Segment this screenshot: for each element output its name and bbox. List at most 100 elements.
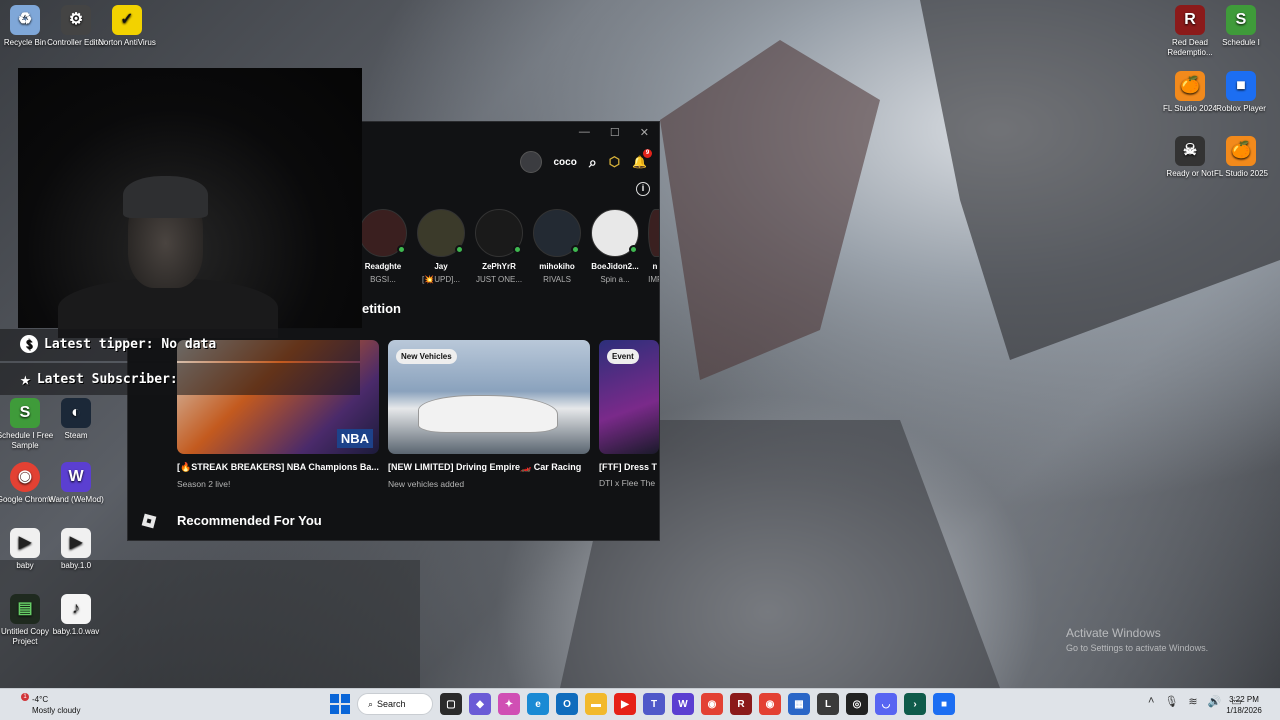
weather-condition: Mostly cloudy xyxy=(32,706,81,715)
desktop-icon-baby-wav[interactable]: ♪ baby.1.0.wav xyxy=(45,594,107,637)
roblox-top-nav: coco ⌕ ⬡ 🔔 9 xyxy=(519,149,652,174)
watermark-title: Activate Windows xyxy=(1066,626,1161,640)
audio-file-icon: ♪ xyxy=(61,594,91,624)
activate-windows-watermark: Activate Windows Go to Settings to activ… xyxy=(1066,626,1208,653)
discord-icon[interactable]: ◡ xyxy=(875,693,897,715)
game-card[interactable]: New Vehicles [NEW LIMITED] Driving Empir… xyxy=(388,340,590,489)
terminal-icon[interactable]: › xyxy=(904,693,926,715)
roblox-icon: ■ xyxy=(1226,71,1256,101)
maximize-icon[interactable]: ☐ xyxy=(610,126,620,139)
notifications-button[interactable]: 🔔 9 xyxy=(632,149,652,169)
desktop-icon-roblox-player[interactable]: ■ Roblox Player xyxy=(1210,71,1272,114)
video-file-icon: ▶ xyxy=(61,528,91,558)
online-indicator xyxy=(571,245,580,254)
game-subtitle: Season 2 live! xyxy=(177,479,231,489)
friend-avatar xyxy=(475,209,523,257)
task-view-icon[interactable]: ▢ xyxy=(440,693,462,715)
game-badge: New Vehicles xyxy=(396,349,457,364)
search-icon: ⌕ xyxy=(368,698,374,709)
ready-or-not-icon: ☠ xyxy=(1175,136,1205,166)
friend-item[interactable]: n IMF xyxy=(648,209,659,284)
friend-avatar xyxy=(417,209,465,257)
friend-avatar xyxy=(359,209,407,257)
friend-item[interactable]: BoeJidon2... Spin a... xyxy=(590,209,640,284)
friend-item[interactable]: Readghte BGSI... xyxy=(358,209,408,284)
desktop-icon-fl-2025[interactable]: 🍊 FL Studio 2025 xyxy=(1210,136,1272,179)
store-icon[interactable]: ▦ xyxy=(788,693,810,715)
online-indicator xyxy=(629,245,638,254)
copilot-app-icon[interactable]: ✦ xyxy=(498,693,520,715)
wand-icon: W xyxy=(61,462,91,492)
wand-icon[interactable]: W xyxy=(672,693,694,715)
online-indicator xyxy=(455,245,464,254)
friend-status: RIVALS xyxy=(543,275,571,284)
close-icon[interactable]: ✕ xyxy=(640,126,649,139)
latest-subscriber: ★ Latest Subscriber: xyxy=(20,369,178,390)
taskbar-search[interactable]: ⌕ Search xyxy=(357,693,433,715)
recommended-title: Recommended For You xyxy=(177,513,322,528)
desktop-icon-steam[interactable]: ◐ Steam xyxy=(45,398,107,441)
schedule-icon: S xyxy=(1226,5,1256,35)
roblox-logo-icon[interactable] xyxy=(141,513,157,529)
clock[interactable]: 3:22 PM 1/18/2026 xyxy=(1226,694,1262,716)
friend-item[interactable]: mihokiho RIVALS xyxy=(532,209,582,284)
username[interactable]: coco xyxy=(554,157,577,168)
chrome-icon: ◉ xyxy=(10,462,40,492)
chrome-icon[interactable]: ◉ xyxy=(701,693,723,715)
game-title: [NEW LIMITED] Driving Empire🏎️ Car Racin… xyxy=(388,462,582,472)
search-icon[interactable]: ⌕ xyxy=(589,154,597,171)
chrome-profile-icon[interactable]: ◉ xyxy=(759,693,781,715)
outlook-icon[interactable]: O xyxy=(556,693,578,715)
roblox-icon[interactable]: ■ xyxy=(933,693,955,715)
friend-name: Jay xyxy=(434,262,448,271)
steam-icon: ◐ xyxy=(61,398,91,428)
youtube-icon[interactable]: ▶ xyxy=(614,693,636,715)
friend-status: Spin a... xyxy=(600,275,630,284)
friend-avatar xyxy=(533,209,581,257)
star-icon: ★ xyxy=(20,369,31,390)
friend-avatar xyxy=(648,209,659,257)
friend-status: BGSI... xyxy=(370,275,396,284)
desktop-icon-schedule[interactable]: S Schedule I xyxy=(1210,5,1272,48)
watermark-subtitle: Go to Settings to activate Windows. xyxy=(1066,643,1209,653)
edge-icon[interactable]: e xyxy=(527,693,549,715)
game-thumbnail: New Vehicles xyxy=(388,340,590,454)
friend-name: Readghte xyxy=(364,262,402,271)
dollar-icon: $ xyxy=(20,335,38,353)
schedule-icon: S xyxy=(10,398,40,428)
friend-item[interactable]: ZePhYrR JUST ONE... xyxy=(474,209,524,284)
desktop-icon-baby-1-0[interactable]: ▶ baby.1.0 xyxy=(45,528,107,571)
controller-icon: ⚙ xyxy=(61,5,91,35)
info-icon[interactable]: i xyxy=(636,182,650,196)
live-icon[interactable]: L xyxy=(817,693,839,715)
friend-name: mihokiho xyxy=(539,262,575,271)
robux-icon[interactable]: ⬡ xyxy=(609,154,620,170)
obs-icon[interactable]: ◎ xyxy=(846,693,868,715)
mic-icon[interactable]: 🎙 xyxy=(1164,695,1178,708)
friend-status: IMF xyxy=(648,275,659,284)
norton-icon: ✓ xyxy=(112,5,142,35)
start-button[interactable] xyxy=(330,694,350,714)
teams-icon[interactable]: T xyxy=(643,693,665,715)
weather-widget[interactable]: 1 -4°C Mostly cloudy xyxy=(14,693,81,716)
game-thumbnail: Event xyxy=(599,340,659,454)
friend-name: ZePhYrR xyxy=(482,262,516,271)
taskbar-apps: ⌕ Search ▢ ◆ ✦ e O ▬ ▶ T W ◉ R ◉ ▦ L ◎ ◡ › ■ xyxy=(330,693,955,715)
volume-icon[interactable]: 🔊 xyxy=(1208,695,1222,708)
avatar[interactable] xyxy=(519,151,542,173)
desktop-icon-norton[interactable]: ✓ Norton AntiVirus xyxy=(96,5,158,48)
red-dead-icon[interactable]: R xyxy=(730,693,752,715)
minimize-icon[interactable]: — xyxy=(579,126,590,138)
nba-logo: NBA xyxy=(336,429,373,448)
clock-date: 1/18/2026 xyxy=(1226,706,1262,715)
game-card[interactable]: Event [FTF] Dress T DTI x Flee The xyxy=(599,340,659,489)
file-explorer-icon[interactable]: ▬ xyxy=(585,693,607,715)
desktop-icon-wand[interactable]: W Wand (WeMod) xyxy=(45,462,107,505)
copilot-icon[interactable]: ◆ xyxy=(469,693,491,715)
friend-status: [💥UPD]... xyxy=(422,275,460,284)
friend-item[interactable]: Jay [💥UPD]... xyxy=(416,209,466,284)
chevron-up-icon[interactable]: ˄ xyxy=(1148,695,1154,708)
wifi-icon[interactable]: ≋ xyxy=(1188,695,1197,708)
friend-status: JUST ONE... xyxy=(475,275,523,284)
search-label: Search xyxy=(377,699,406,709)
